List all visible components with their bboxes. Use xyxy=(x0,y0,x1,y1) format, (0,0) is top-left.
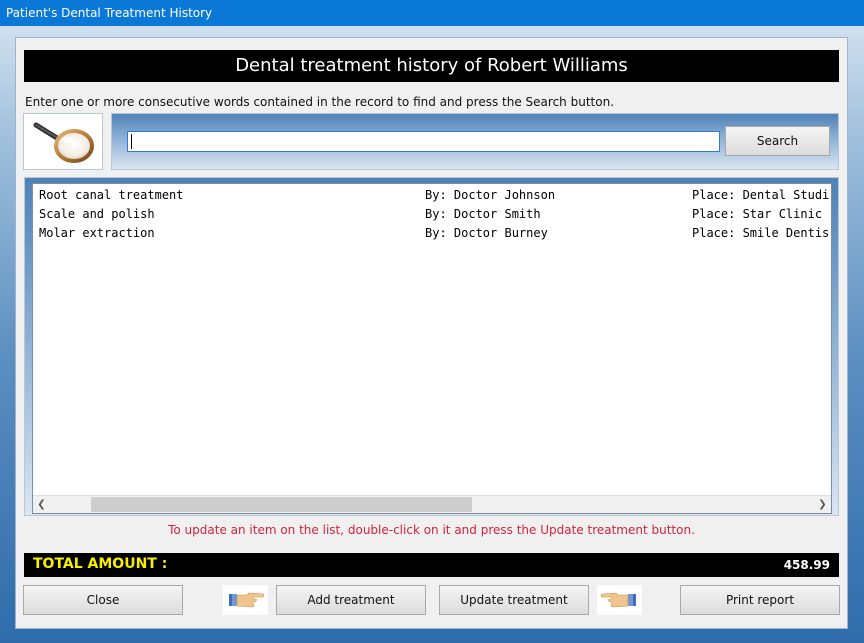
print-report-button[interactable]: Print report xyxy=(680,585,840,615)
scrollbar-thumb[interactable] xyxy=(91,497,472,512)
close-button[interactable]: Close xyxy=(23,585,183,615)
total-value: 458.99 xyxy=(783,558,830,572)
chevron-left-icon[interactable]: ❮ xyxy=(33,496,50,513)
treatment-name: Molar extraction xyxy=(39,226,155,240)
pointing-hand-right-icon xyxy=(223,585,268,615)
treatment-doctor: By: Doctor Burney xyxy=(425,226,548,240)
search-input[interactable] xyxy=(127,131,720,152)
update-hint: To update an item on the list, double-cl… xyxy=(168,523,695,537)
treatment-place: Place: Dental Studi xyxy=(692,188,830,202)
list-item[interactable]: Molar extraction By: Doctor Burney Place… xyxy=(39,224,831,242)
text-caret xyxy=(131,134,132,149)
treatment-name: Root canal treatment xyxy=(39,188,184,202)
treatment-doctor: By: Doctor Smith xyxy=(425,207,541,221)
page-title: Dental treatment history of Robert Willi… xyxy=(24,50,839,82)
add-treatment-button[interactable]: Add treatment xyxy=(276,585,426,615)
window-title: Patient's Dental Treatment History xyxy=(0,0,864,26)
treatment-place: Place: Smile Dentis xyxy=(692,226,830,240)
list-item[interactable]: Scale and polish By: Doctor Smith Place:… xyxy=(39,205,831,223)
pointing-hand-left-icon xyxy=(597,585,642,615)
treatment-list[interactable]: Root canal treatment By: Doctor Johnson … xyxy=(32,183,832,514)
magnifier-icon xyxy=(33,122,94,163)
chevron-right-icon[interactable]: ❯ xyxy=(814,496,831,513)
update-treatment-button[interactable]: Update treatment xyxy=(439,585,589,615)
total-label: TOTAL AMOUNT : xyxy=(33,556,168,572)
treatment-doctor: By: Doctor Johnson xyxy=(425,188,556,202)
search-instruction: Enter one or more consecutive words cont… xyxy=(25,95,614,109)
list-item[interactable]: Root canal treatment By: Doctor Johnson … xyxy=(39,186,831,204)
search-button[interactable]: Search xyxy=(725,126,830,156)
magnifier-panel xyxy=(23,113,103,170)
treatment-place: Place: Star Clinic xyxy=(692,207,823,221)
treatment-name: Scale and polish xyxy=(39,207,155,221)
horizontal-scrollbar[interactable]: ❮ ❯ xyxy=(33,495,831,513)
total-bar: TOTAL AMOUNT : 458.99 xyxy=(24,553,839,577)
